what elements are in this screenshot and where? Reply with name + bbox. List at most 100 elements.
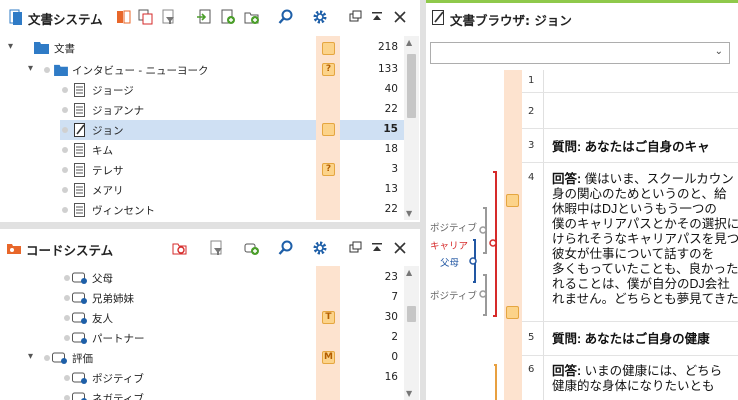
answer-line: れることは、僕が自分のDJ会社 [552,277,730,291]
pane-splitter[interactable] [0,222,420,229]
paragraph-answer[interactable]: 回答: 僕はいま、スクールカウン 身の関心のためというのと、給 休暇中はDJとい… [552,172,738,307]
new-code-icon[interactable] [244,240,260,256]
document-view[interactable]: ポジティブ キャリア 父母 ポジティブ 1 2 3 質問: あなたはご自身のキャ… [426,70,738,400]
collapse-icon[interactable] [369,9,385,25]
new-folder-icon[interactable] [244,9,260,25]
memo-icon[interactable] [506,306,519,319]
document-icon [74,103,85,117]
code-tag-icon [72,372,87,384]
document-icon [74,143,85,157]
document-tree-scrollbar[interactable]: ▲ ▼ [404,36,419,220]
tree-item-count: 3 [391,163,398,175]
tree-item-document[interactable]: ジョアンナ 22 [0,100,404,120]
memo-icon[interactable]: ? [322,63,335,76]
collapse-icon[interactable] [369,240,385,256]
paragraph-question[interactable]: 質問: あなたはご自身の健康 [552,332,738,347]
tree-item-count: 133 [377,63,398,75]
code-filter-dropdown[interactable]: ⌄ [430,42,730,64]
app-window: 文書システム ▾ 文書 218 ▾ インタビュー - ニューヨーク 133 ? … [0,0,738,400]
tree-item-label: テレサ [92,165,124,177]
color-dot [62,187,68,193]
document-icon [74,163,85,177]
filter-icon[interactable] [160,9,176,25]
tree-item-document[interactable]: ジョージ 40 [0,80,404,100]
line-divider [522,355,738,356]
answer-line: けられそうなキャリアパスを見つ [552,232,738,246]
chevron-down-icon[interactable]: ⌄ [715,46,723,57]
tree-item-document[interactable]: ヴィンセント 22 [0,200,404,220]
tree-item-document[interactable]: テレサ 3 [0,160,404,180]
selected-count-cell: 15 [340,120,404,140]
tree-item-label: 友人 [92,313,113,325]
color-dot [62,207,68,213]
code-tree-scrollbar[interactable]: ▲ ▼ [404,266,419,400]
memo-icon[interactable] [322,42,335,55]
tree-item-document-selected[interactable]: ジョン [60,120,316,140]
code-search-icon[interactable] [172,240,188,256]
chevron-down-icon[interactable]: ▾ [28,351,33,362]
undock-icon[interactable] [347,9,363,25]
color-dot [64,295,70,301]
answer-label: 回答: [552,364,582,378]
tree-item-label: ジョン [92,125,124,137]
tree-item-document[interactable]: メアリ 13 [0,180,404,200]
tree-item-count: 7 [391,291,398,303]
memo-icon[interactable]: T [322,311,335,324]
scroll-down-icon[interactable]: ▼ [406,389,412,398]
filter-icon[interactable] [208,240,224,256]
import-icon[interactable] [196,9,212,25]
line-number: 1 [528,75,535,86]
gear-icon[interactable] [312,240,328,256]
document-icon [74,203,85,217]
tree-item-code[interactable]: ポジティブ 16 [0,368,404,388]
answer-text: いまの健康には、どちら [581,364,723,378]
tree-item-count: 2 [391,331,398,343]
gear-icon[interactable] [312,9,328,25]
tree-item-code-group[interactable]: ▾ 評価 0 [0,348,404,368]
tree-item-interview-folder[interactable]: ▾ インタビュー - ニューヨーク 133 [0,60,404,80]
folder-icon [54,64,68,76]
tree-item-document[interactable]: キム 18 [0,140,404,160]
scroll-down-icon[interactable]: ▼ [406,209,412,218]
folder-icon [34,42,49,54]
tree-item-label: メアリ [92,185,124,197]
paragraph-question[interactable]: 質問: あなたはご自身のキャ [552,140,738,155]
document-system-title: 文書システム [28,12,103,27]
memo-icon[interactable]: ? [322,163,335,176]
answer-line: 身の関心のためというのと、給 [552,187,727,201]
tree-item-label: パートナー [92,333,145,345]
memo-icon[interactable]: M [322,351,335,364]
document-edit-icon [432,10,444,25]
scroll-thumb[interactable] [407,306,416,322]
new-document-set-icon[interactable] [116,9,132,25]
search-icon[interactable] [278,9,294,25]
tree-item-code[interactable]: パートナー 2 [0,328,404,348]
tree-item-code[interactable]: 友人 30 [0,308,404,328]
new-document-icon[interactable] [220,9,236,25]
code-tag-icon [72,392,87,400]
answer-line: 彼女が仕事について話すのを [552,247,715,261]
question-text: あなたはご自身の健康 [581,332,710,346]
scroll-thumb[interactable] [407,54,416,118]
copy-document-icon[interactable] [138,9,154,25]
paragraph-answer[interactable]: 回答: いまの健康には、どちら 健康的な身体になりたいとも [552,364,738,394]
line-divider [522,128,738,129]
tree-item-code[interactable]: ネガティブ [0,388,404,400]
chevron-down-icon[interactable]: ▾ [28,63,33,74]
scroll-up-icon[interactable]: ▲ [406,268,412,277]
scroll-up-icon[interactable]: ▲ [406,38,412,47]
color-dot [62,127,68,133]
tree-item-label: 評価 [72,353,93,365]
memo-icon[interactable] [322,123,335,136]
chevron-down-icon[interactable]: ▾ [8,41,13,52]
memo-icon[interactable] [506,194,519,207]
close-icon[interactable] [392,240,408,256]
tree-item-documents-root[interactable]: ▾ 文書 218 [0,38,404,58]
document-browser-title: 文書ブラウザ: ジョン [450,13,572,28]
color-dot [62,167,68,173]
undock-icon[interactable] [347,240,363,256]
tree-item-code[interactable]: 父母 23 [0,268,404,288]
close-icon[interactable] [392,9,408,25]
search-icon[interactable] [278,240,294,256]
tree-item-code[interactable]: 兄弟姉妹 7 [0,288,404,308]
